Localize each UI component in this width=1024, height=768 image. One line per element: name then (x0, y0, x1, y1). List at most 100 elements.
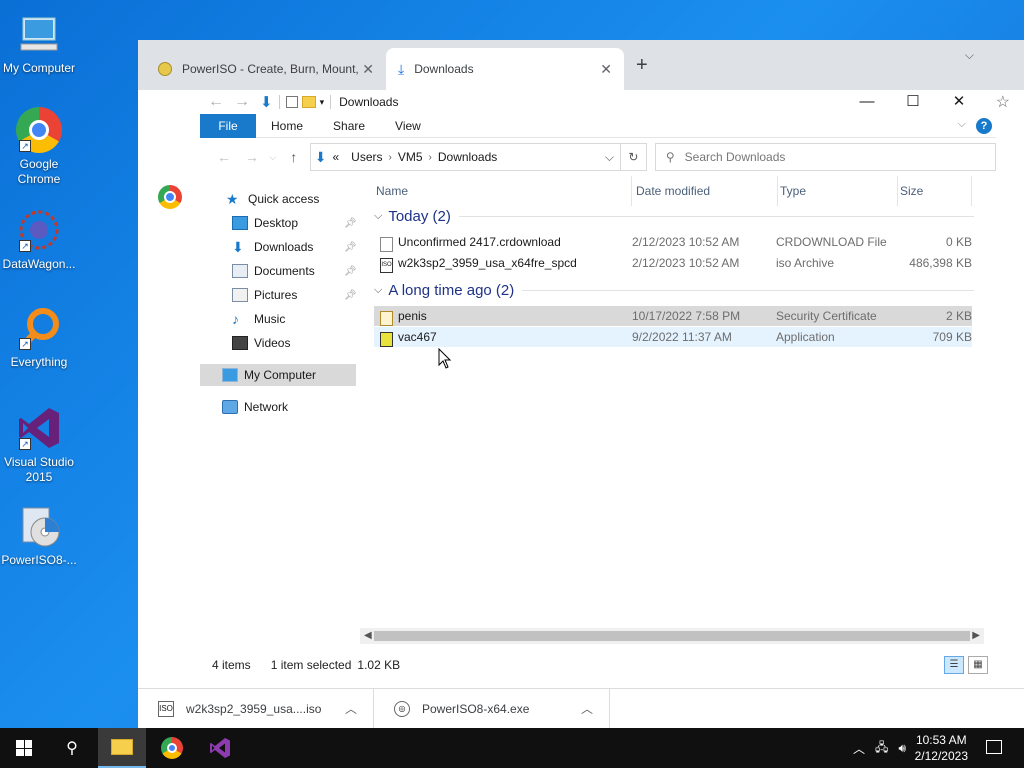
expand-ribbon-chevron-icon[interactable]: ⌵ (958, 118, 966, 131)
forward-button[interactable]: → (238, 149, 266, 165)
breadcrumb-overflow[interactable]: « (326, 150, 345, 164)
minimize-icon[interactable]: — (844, 92, 890, 112)
address-dropdown-icon[interactable]: ⌵ (599, 150, 620, 165)
details-view-icon[interactable]: ☰ (944, 656, 964, 674)
table-row-selected[interactable]: penis 10/17/2022 7:58 PM Security Certif… (374, 306, 972, 326)
refresh-button[interactable]: ↻ (620, 143, 647, 171)
close-tab-icon[interactable]: ✕ (362, 61, 374, 78)
folder-icon (111, 739, 133, 755)
status-item-count: 4 items (212, 658, 251, 672)
column-header-date-modified[interactable]: Date modified (634, 176, 778, 206)
ribbon-file-tab[interactable]: File (200, 113, 256, 138)
close-icon[interactable]: ✕ (936, 92, 982, 112)
datawagon-icon: ↗ (15, 206, 63, 254)
desktop-icon-poweriso-installer[interactable]: PowerISO8-... (0, 502, 78, 568)
breadcrumb-vm5[interactable]: VM5 (392, 150, 429, 164)
chevron-up-icon[interactable]: ︿ (581, 700, 593, 717)
nav-item-music[interactable]: ♪ Music (232, 308, 285, 330)
tab-strip: PowerISO - Create, Burn, Mount, ✕ ⤓ Down… (138, 40, 1024, 90)
close-tab-icon[interactable]: ✕ (600, 61, 612, 78)
maximize-icon[interactable]: ☐ (890, 92, 936, 112)
up-button[interactable]: ↑ (280, 149, 308, 165)
pin-icon[interactable]: 📌︎ (344, 290, 357, 301)
breadcrumb-downloads[interactable]: Downloads (432, 150, 503, 164)
network-icon (222, 400, 238, 414)
taskbar-chrome[interactable] (148, 728, 196, 768)
folder-icon[interactable] (301, 96, 316, 108)
chevron-up-icon[interactable]: ︿ (853, 740, 865, 757)
volume-icon[interactable]: 🔊︎ (898, 741, 906, 756)
nav-item-network[interactable]: Network (222, 396, 288, 418)
file-name: vac467 (398, 330, 437, 344)
tab-poweriso[interactable]: PowerISO - Create, Burn, Mount, ✕ (146, 48, 386, 90)
pin-icon[interactable]: 📌︎ (344, 242, 357, 253)
search-input[interactable]: ⚲ Search Downloads (654, 143, 996, 171)
address-bar[interactable]: ⬇ « Users › VM5 › Downloads ⌵ (309, 143, 621, 171)
network-icon[interactable]: 🖧︎ (875, 738, 888, 759)
pin-icon[interactable]: 📌︎ (344, 218, 357, 229)
breadcrumb-users[interactable]: Users (345, 150, 388, 164)
tab-search-chevron-icon[interactable]: ⌵ (965, 48, 974, 63)
taskbar-file-explorer[interactable] (98, 728, 146, 768)
nav-item-downloads[interactable]: ⬇ Downloads 📌︎ (232, 236, 360, 258)
ribbon-home-tab[interactable]: Home (256, 119, 318, 133)
chevron-up-icon[interactable]: ︿ (345, 700, 357, 717)
ribbon-view-tab[interactable]: View (380, 119, 436, 133)
recent-locations-chevron-icon[interactable]: ⌵ (266, 152, 280, 163)
desktop-icon-visual-studio[interactable]: ↗ Visual Studio 2015 (0, 404, 78, 485)
chrome-page-area (138, 90, 200, 664)
star-icon: ★ (226, 191, 239, 207)
film-strip-icon (232, 336, 248, 350)
column-header-size[interactable]: Size (898, 176, 972, 206)
forward-arrow-icon: → (234, 93, 250, 110)
table-row-hovered[interactable]: vac467 9/2/2022 11:37 AM Application 709… (374, 327, 972, 347)
download-arrow-icon[interactable]: ⬇ (260, 93, 273, 111)
start-button[interactable] (0, 728, 48, 768)
group-header-today[interactable]: ⌵ Today (2) (374, 208, 974, 225)
desktop-icon-google-chrome[interactable]: ↗ Google Chrome (0, 106, 78, 187)
clock[interactable]: 10:53 AM 2/12/2023 (915, 732, 968, 764)
search-button[interactable]: ⚲ (48, 728, 96, 768)
file-date: 10/17/2022 7:58 PM (632, 309, 741, 323)
taskbar-visual-studio[interactable] (196, 728, 244, 768)
quick-access-chevron-icon[interactable]: ▾ (320, 97, 325, 108)
desktop-icon-everything[interactable]: ↗ Everything (0, 304, 78, 370)
nav-item-quick-access[interactable]: ★ Quick access (226, 188, 319, 210)
divider (278, 95, 280, 109)
group-header-long-time-ago[interactable]: ⌵ A long time ago (2) (374, 282, 974, 299)
scroll-right-icon[interactable]: ▶ (972, 628, 980, 644)
nav-label: Pictures (254, 288, 298, 302)
column-header-name[interactable]: Name (374, 176, 632, 206)
back-button[interactable]: ← (210, 149, 238, 165)
tab-downloads[interactable]: ⤓ Downloads ✕ (386, 48, 624, 90)
view-toggle: ☰ ▦ (944, 656, 988, 674)
download-icon: ⤓ (398, 60, 405, 77)
action-center-icon[interactable] (986, 740, 1002, 754)
file-type: Application (776, 330, 835, 344)
bookmark-star-icon[interactable]: ☆ (996, 92, 1010, 112)
download-item-iso[interactable]: ISO w2k3sp2_3959_usa....iso ︿ (138, 688, 374, 729)
ribbon-share-tab[interactable]: Share (318, 119, 380, 133)
file-name: penis (398, 309, 427, 323)
desktop-icon-my-computer[interactable]: My Computer (0, 10, 78, 76)
table-row[interactable]: Unconfirmed 2417.crdownload 2/12/2023 10… (374, 232, 972, 252)
desktop-icon-datawagon[interactable]: ↗ DataWagon... (0, 206, 78, 272)
horizontal-scrollbar[interactable]: ◀ ▶ (360, 628, 984, 644)
nav-item-my-computer[interactable]: My Computer (200, 364, 356, 386)
window-title: Downloads (339, 95, 399, 109)
new-tab-button[interactable]: + (636, 54, 648, 77)
nav-item-desktop[interactable]: Desktop 📌︎ (232, 212, 360, 234)
nav-item-documents[interactable]: Documents 📌︎ (232, 260, 360, 282)
large-icons-view-icon[interactable]: ▦ (968, 656, 988, 674)
scroll-left-icon[interactable]: ◀ (364, 628, 372, 644)
properties-checkbox-icon[interactable] (285, 96, 298, 108)
download-item-exe[interactable]: ◎ PowerISO8-x64.exe ︿ (374, 688, 610, 729)
table-row[interactable]: ISO w2k3sp2_3959_usa_x64fre_spcd 2/12/202… (374, 253, 972, 273)
pin-icon[interactable]: 📌︎ (344, 266, 357, 277)
nav-item-pictures[interactable]: Pictures 📌︎ (232, 284, 360, 306)
scrollbar-thumb[interactable] (374, 631, 970, 641)
clock-date: 2/12/2023 (914, 749, 968, 763)
help-icon[interactable]: ? (976, 118, 992, 134)
nav-item-videos[interactable]: Videos (232, 332, 290, 354)
column-header-type[interactable]: Type (778, 176, 898, 206)
